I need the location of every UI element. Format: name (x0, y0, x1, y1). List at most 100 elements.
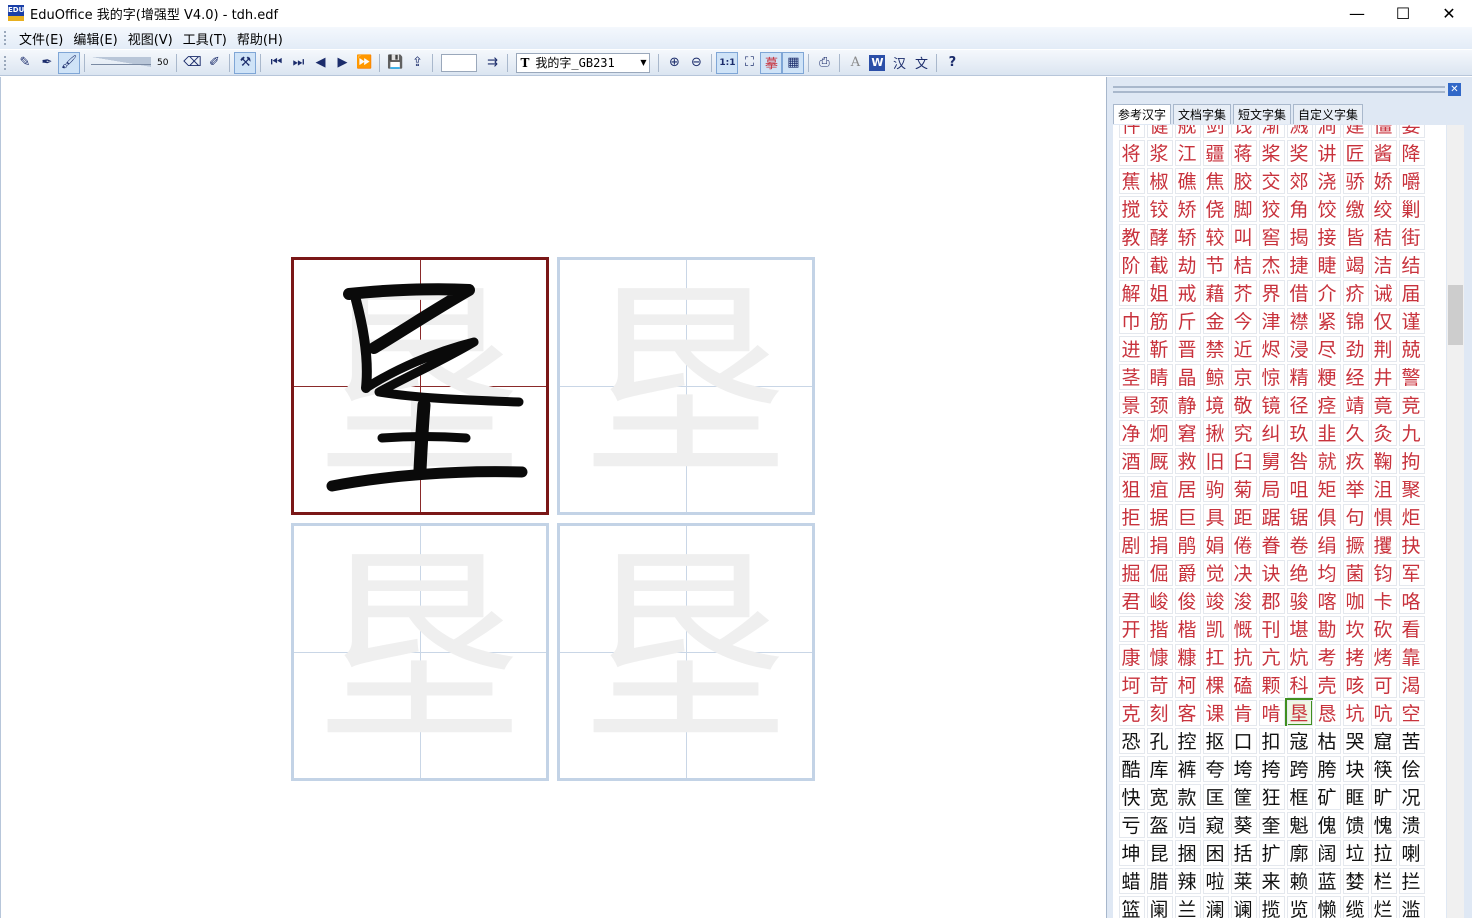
char-cell[interactable]: 剑 (1201, 125, 1229, 138)
char-cell[interactable]: 洁 (1369, 250, 1397, 278)
practice-cell[interactable]: 垦 (557, 257, 815, 515)
char-cell[interactable]: 狙 (1117, 474, 1145, 502)
char-cell[interactable]: 缆 (1341, 894, 1369, 918)
char-cell[interactable]: 抉 (1397, 530, 1425, 558)
menu-tools[interactable]: 工具(T) (178, 29, 232, 48)
panel-drag-handle[interactable] (1113, 86, 1445, 93)
char-cell[interactable]: 浸 (1285, 334, 1313, 362)
char-cell[interactable]: 酵 (1145, 222, 1173, 250)
char-cell[interactable]: 夸 (1201, 754, 1229, 782)
char-cell[interactable]: 侩 (1397, 754, 1425, 782)
char-cell[interactable]: 奎 (1257, 810, 1285, 838)
char-cell[interactable]: 可 (1369, 670, 1397, 698)
char-cell[interactable]: 倔 (1145, 558, 1173, 586)
char-cell[interactable]: 角 (1285, 194, 1313, 222)
char-cell[interactable]: 揭 (1285, 222, 1313, 250)
char-cell[interactable]: 看 (1397, 614, 1425, 642)
char-cell[interactable]: 驹 (1201, 474, 1229, 502)
char-cell[interactable]: 溃 (1397, 810, 1425, 838)
char-cell[interactable]: 钧 (1369, 558, 1397, 586)
char-cell[interactable]: 绝 (1285, 558, 1313, 586)
font-a-icon[interactable]: A (844, 52, 866, 74)
char-cell[interactable]: 军 (1397, 558, 1425, 586)
char-cell[interactable]: 浇 (1313, 166, 1341, 194)
char-cell[interactable]: 铰 (1145, 194, 1173, 222)
pencil-icon[interactable]: ✎ (14, 52, 36, 74)
char-cell[interactable]: 块 (1341, 754, 1369, 782)
char-cell[interactable]: 颈 (1145, 390, 1173, 418)
char-cell[interactable]: 剿 (1397, 194, 1425, 222)
char-cell[interactable]: 款 (1173, 782, 1201, 810)
char-cell[interactable]: 棵 (1201, 670, 1229, 698)
char-cell[interactable]: 亏 (1117, 810, 1145, 838)
char-cell[interactable]: 愧 (1369, 810, 1397, 838)
char-cell[interactable]: 恳 (1313, 698, 1341, 726)
char-cell[interactable]: 井 (1369, 362, 1397, 390)
char-cell[interactable]: 苛 (1145, 670, 1173, 698)
pen-width-slider[interactable] (91, 56, 153, 70)
vertical-scrollbar[interactable] (1447, 125, 1464, 918)
char-cell[interactable]: 坑 (1341, 698, 1369, 726)
char-cell[interactable]: 绢 (1313, 530, 1341, 558)
char-cell[interactable]: 筐 (1229, 782, 1257, 810)
char-cell[interactable]: 窖 (1257, 222, 1285, 250)
char-cell[interactable]: 矩 (1313, 474, 1341, 502)
char-cell[interactable]: 倦 (1229, 530, 1257, 558)
char-cell[interactable]: 宽 (1145, 782, 1173, 810)
char-cell[interactable]: 廓 (1285, 838, 1313, 866)
close-button[interactable]: ✕ (1426, 0, 1472, 26)
char-cell[interactable]: 拉 (1369, 838, 1397, 866)
char-cell[interactable]: 兰 (1173, 894, 1201, 918)
char-cell[interactable]: 芥 (1229, 278, 1257, 306)
char-cell[interactable]: 借 (1285, 278, 1313, 306)
char-cell[interactable]: 舅 (1257, 446, 1285, 474)
char-cell[interactable]: 斤 (1173, 306, 1201, 334)
char-cell[interactable]: 爵 (1173, 558, 1201, 586)
char-cell[interactable]: 姐 (1145, 278, 1173, 306)
char-cell[interactable]: 饯 (1229, 125, 1257, 138)
char-cell[interactable]: 靳 (1145, 334, 1173, 362)
char-cell[interactable]: 讲 (1313, 138, 1341, 166)
first-page-icon[interactable]: ⏮ (265, 52, 287, 74)
char-cell[interactable]: 韭 (1313, 418, 1341, 446)
char-cell[interactable]: 藉 (1201, 278, 1229, 306)
char-cell[interactable]: 快 (1117, 782, 1145, 810)
char-cell[interactable]: 件 (1117, 125, 1145, 138)
char-cell[interactable]: 江 (1173, 138, 1201, 166)
char-cell[interactable]: 俱 (1313, 502, 1341, 530)
char-cell[interactable]: 轿 (1173, 222, 1201, 250)
char-cell[interactable]: 拷 (1341, 642, 1369, 670)
char-cell[interactable]: 坷 (1117, 670, 1145, 698)
char-cell[interactable]: 捆 (1173, 838, 1201, 866)
char-cell[interactable]: 溅 (1285, 125, 1313, 138)
char-cell[interactable]: 奖 (1285, 138, 1313, 166)
char-cell[interactable]: 娇 (1369, 166, 1397, 194)
char-cell[interactable]: 健 (1145, 125, 1173, 138)
char-cell[interactable]: 掘 (1117, 558, 1145, 586)
fit-icon[interactable]: ⛶ (738, 52, 760, 74)
char-cell[interactable]: 郡 (1257, 586, 1285, 614)
char-cell[interactable]: 柯 (1173, 670, 1201, 698)
menu-grip-icon[interactable] (4, 31, 8, 45)
char-cell[interactable]: 咀 (1285, 474, 1313, 502)
char-cell[interactable]: 岿 (1173, 810, 1201, 838)
char-cell[interactable]: 戒 (1173, 278, 1201, 306)
char-cell[interactable]: 苦 (1397, 726, 1425, 754)
char-cell[interactable]: 莱 (1229, 866, 1257, 894)
char-cell[interactable]: 杰 (1257, 250, 1285, 278)
char-cell[interactable]: 诫 (1369, 278, 1397, 306)
char-cell[interactable]: 究 (1229, 418, 1257, 446)
char-cell[interactable]: 决 (1229, 558, 1257, 586)
minimize-button[interactable]: — (1334, 0, 1380, 26)
char-cell[interactable]: 警 (1397, 362, 1425, 390)
char-cell[interactable]: 魁 (1285, 810, 1313, 838)
char-cell[interactable]: 攫 (1369, 530, 1397, 558)
char-cell[interactable]: 眶 (1341, 782, 1369, 810)
char-cell[interactable]: 街 (1397, 222, 1425, 250)
char-cell[interactable]: 坤 (1117, 838, 1145, 866)
char-cell[interactable]: 景 (1117, 390, 1145, 418)
char-cell[interactable]: 秸 (1369, 222, 1397, 250)
char-cell[interactable]: 框 (1285, 782, 1313, 810)
char-cell[interactable]: 渐 (1257, 125, 1285, 138)
char-cell[interactable]: 劲 (1341, 334, 1369, 362)
